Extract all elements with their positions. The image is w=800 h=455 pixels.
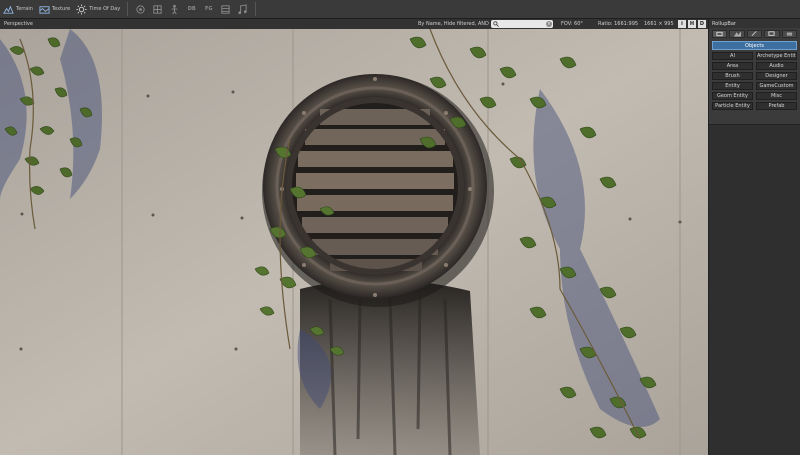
music-icon bbox=[238, 3, 247, 14]
toolbar-divider bbox=[255, 2, 257, 16]
ai-icon bbox=[136, 4, 145, 14]
entity-button[interactable]: Entity bbox=[712, 82, 753, 90]
rollupbar-panel: RollupBar Objects AI Archetype Entity Ar… bbox=[708, 19, 800, 455]
geom-entity-button[interactable]: Geom Entity bbox=[712, 92, 753, 100]
sun-icon bbox=[76, 3, 87, 15]
audio-object-button[interactable]: Audio bbox=[756, 62, 797, 70]
viewport-title[interactable]: Perspective bbox=[4, 21, 33, 27]
archetype-entity-button[interactable]: Archetype Entity bbox=[756, 52, 797, 60]
display-tab[interactable] bbox=[764, 30, 780, 38]
grid-button[interactable] bbox=[151, 3, 164, 16]
info-button[interactable]: i bbox=[678, 20, 686, 28]
ai-point-button[interactable] bbox=[134, 3, 147, 16]
rollupbar-body bbox=[709, 124, 800, 455]
fov-readout: FOV: 60° bbox=[561, 21, 583, 27]
ai-button[interactable]: AI bbox=[712, 52, 753, 60]
layers-tab[interactable] bbox=[781, 30, 798, 38]
flowgraph-button[interactable]: FG bbox=[202, 3, 215, 16]
objects-tab[interactable] bbox=[712, 30, 728, 38]
resolution-readout: 1661 × 995 bbox=[644, 21, 674, 27]
texture-button[interactable]: Texture bbox=[36, 0, 73, 19]
objects-header[interactable]: Objects bbox=[712, 41, 797, 50]
objects-icon bbox=[716, 31, 723, 37]
clear-search-icon[interactable]: × bbox=[546, 21, 552, 27]
scene-render bbox=[0, 29, 708, 455]
search-input[interactable]: × bbox=[491, 20, 553, 28]
display-button[interactable]: D bbox=[698, 20, 706, 28]
designer-button[interactable]: Designer bbox=[756, 72, 797, 80]
ratio-readout: Ratio: 1661:995 bbox=[598, 21, 639, 27]
database-button[interactable]: DB bbox=[185, 3, 198, 16]
layers-tab-icon bbox=[786, 32, 792, 36]
monitor-icon bbox=[768, 31, 775, 36]
viewport-header: Perspective By Name, Hide filtered, AND … bbox=[0, 19, 708, 29]
filter-mode-label[interactable]: By Name, Hide filtered, AND bbox=[418, 21, 489, 27]
brush-button[interactable]: Brush bbox=[712, 72, 753, 80]
layers-icon bbox=[221, 4, 230, 14]
object-type-grid: AI Archetype Entity Area Audio Brush Des… bbox=[709, 52, 800, 110]
prefab-button[interactable]: Prefab bbox=[756, 102, 797, 110]
terrain-tab-icon bbox=[733, 31, 741, 37]
search-icon bbox=[493, 21, 499, 27]
texture-icon bbox=[39, 5, 50, 14]
grid-icon bbox=[153, 4, 162, 14]
gamecustom-button[interactable]: GameCustom bbox=[756, 82, 797, 90]
audio-button[interactable] bbox=[236, 3, 249, 16]
modelling-tab[interactable] bbox=[746, 30, 763, 38]
main-toolbar: Terrain Texture Time Of Day DB FG bbox=[0, 0, 800, 19]
toolbar-divider bbox=[127, 2, 129, 16]
figure-icon bbox=[171, 4, 178, 14]
brush-icon bbox=[751, 31, 757, 37]
rollupbar-title: RollupBar bbox=[709, 19, 800, 28]
character-button[interactable] bbox=[168, 3, 181, 16]
misc-button[interactable]: Misc bbox=[756, 92, 797, 100]
layers-button[interactable] bbox=[219, 3, 232, 16]
terrain-button[interactable]: Terrain bbox=[0, 0, 36, 19]
perspective-viewport[interactable] bbox=[0, 29, 708, 455]
terrain-label: Terrain bbox=[16, 6, 33, 12]
time-of-day-button[interactable]: Time Of Day bbox=[73, 0, 123, 19]
rollupbar-tabs bbox=[709, 28, 800, 40]
terrain-icon bbox=[3, 5, 14, 14]
texture-label: Texture bbox=[51, 6, 71, 12]
area-button[interactable]: Area bbox=[712, 62, 753, 70]
time-of-day-label: Time Of Day bbox=[89, 6, 121, 12]
h-button[interactable]: H bbox=[688, 20, 696, 28]
terrain-tab[interactable] bbox=[729, 30, 745, 38]
particle-entity-button[interactable]: Particle Entity bbox=[712, 102, 753, 110]
